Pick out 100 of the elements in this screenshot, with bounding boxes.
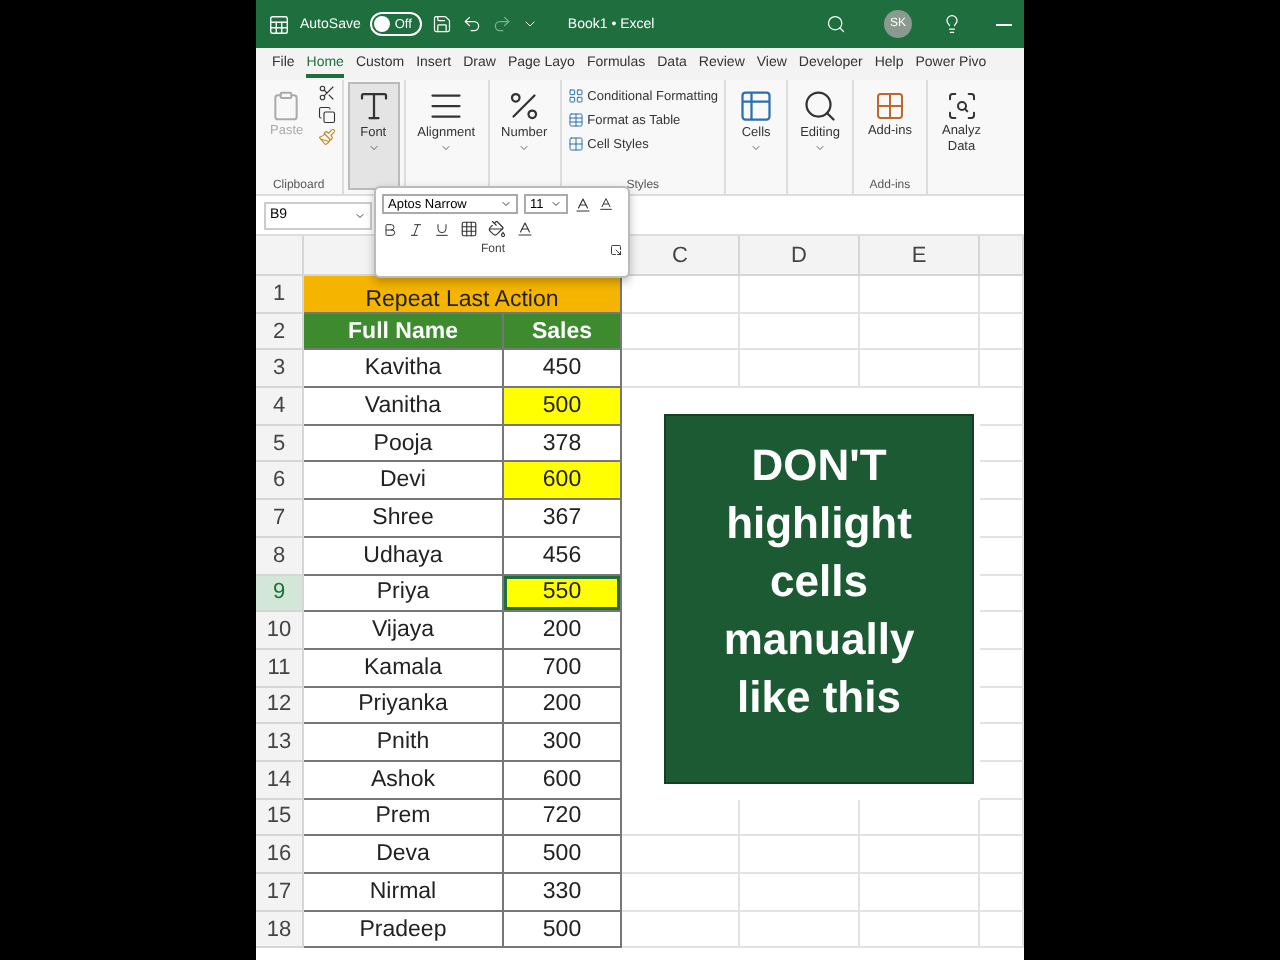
row-header[interactable]: 13 [256,724,304,762]
row-header[interactable]: 10 [256,612,304,650]
caret-icon [518,142,531,154]
row-header[interactable]: 15 [256,799,304,837]
fill-color-button[interactable] [488,220,506,238]
table-cell: Pradeep [304,911,504,949]
column-header[interactable]: D [740,236,860,276]
table-cell: 367 [504,500,622,538]
row-header[interactable]: 9 [256,575,304,613]
bold-icon [382,221,398,237]
borders-button[interactable] [460,220,478,238]
caret-icon [440,142,453,154]
redo-icon [491,14,512,34]
empty-cell[interactable] [980,761,1024,800]
copy-icon [317,106,336,124]
table-cell: 330 [504,874,622,912]
empty-cell[interactable] [980,687,1024,725]
italic-button[interactable] [408,221,424,237]
brush-icon [317,128,336,146]
row-header[interactable]: 16 [256,836,304,874]
grow-font-button[interactable] [574,195,592,213]
bold-button[interactable] [382,221,398,237]
table-cell: 500 [504,911,622,949]
empty-cell[interactable] [980,724,1024,762]
column-header[interactable]: E [860,236,980,276]
table-cell: Prem [304,799,504,837]
lightbulb-icon [942,14,962,34]
table-cell: Devi [304,462,504,501]
table-cell: Vijaya [304,612,504,650]
table-cell: Priyanka [304,687,504,725]
underline-button[interactable] [434,221,450,237]
row-header[interactable]: 17 [256,874,304,912]
column-heading: Sales [504,313,622,351]
launcher-icon [610,244,622,256]
row-header[interactable]: 3 [256,350,304,389]
caret-icon [814,142,826,154]
row-header[interactable]: 12 [256,687,304,725]
caret-icon [750,142,763,154]
table-cell: Nirmal [304,874,504,912]
table-cell: Kavitha [304,350,504,389]
undo-icon [461,14,482,34]
select-all-corner[interactable] [256,236,304,276]
table-icon [567,88,584,104]
row-header[interactable]: 14 [256,761,304,800]
excel-logo-icon [268,13,290,35]
empty-cell[interactable] [980,462,1024,501]
row-header[interactable]: 5 [256,425,304,463]
row-header[interactable]: 2 [256,313,304,351]
empty-cell[interactable] [980,425,1024,463]
cells-icon [738,88,775,124]
borders-icon [460,220,478,238]
row-header[interactable]: 6 [256,462,304,501]
empty-cell[interactable] [980,612,1024,650]
minimize-icon[interactable] [996,23,1012,25]
font-color-icon [516,220,534,238]
font-color-button[interactable] [516,220,534,238]
table-cell: Deva [304,836,504,874]
empty-cell[interactable] [980,500,1024,538]
table-cell: 500 [504,388,622,426]
caret-icon [500,198,512,210]
table-cell: Ashok [304,761,504,800]
table-cell: Shree [304,500,504,538]
table-cell: Kamala [304,649,504,688]
italic-icon [408,221,424,237]
empty-cell[interactable] [980,537,1024,575]
table-cell: 456 [504,537,622,575]
table-cell: 450 [504,350,622,389]
table-cell: 550 [504,575,622,613]
search-icon [826,14,846,34]
empty-cell[interactable] [980,388,1024,426]
caret-icon [550,198,562,210]
shrink-font-button[interactable] [598,196,614,212]
caret-icon [367,142,380,154]
row-header[interactable]: 7 [256,500,304,538]
row-header[interactable]: 18 [256,911,304,949]
table-cell: Udhaya [304,537,504,575]
font-icon [355,88,392,124]
empty-cell[interactable] [980,575,1024,613]
row-header[interactable]: 8 [256,537,304,575]
table-cell: Vanitha [304,388,504,426]
table-cell: 600 [504,462,622,501]
customize-caret-icon [521,16,538,32]
row-header[interactable]: 1 [256,276,304,314]
alignment-icon [428,88,465,124]
add-ins-icon [873,90,906,122]
save-icon [431,14,452,34]
title-cell: Repeat Last Action [304,276,622,314]
table-cell: 200 [504,612,622,650]
table-icon [567,136,584,152]
grow-font-icon [574,195,592,213]
caret-icon [354,209,366,221]
row-header[interactable]: 11 [256,649,304,688]
table-cell: Pooja [304,425,504,463]
clipboard-icon [270,90,303,122]
row-header[interactable]: 4 [256,388,304,426]
empty-cell[interactable] [980,649,1024,688]
search-icon [802,88,838,124]
table-cell: 600 [504,761,622,800]
column-header[interactable] [980,236,1024,276]
callout-text: DON'T highlight cells manually like this [721,438,917,727]
